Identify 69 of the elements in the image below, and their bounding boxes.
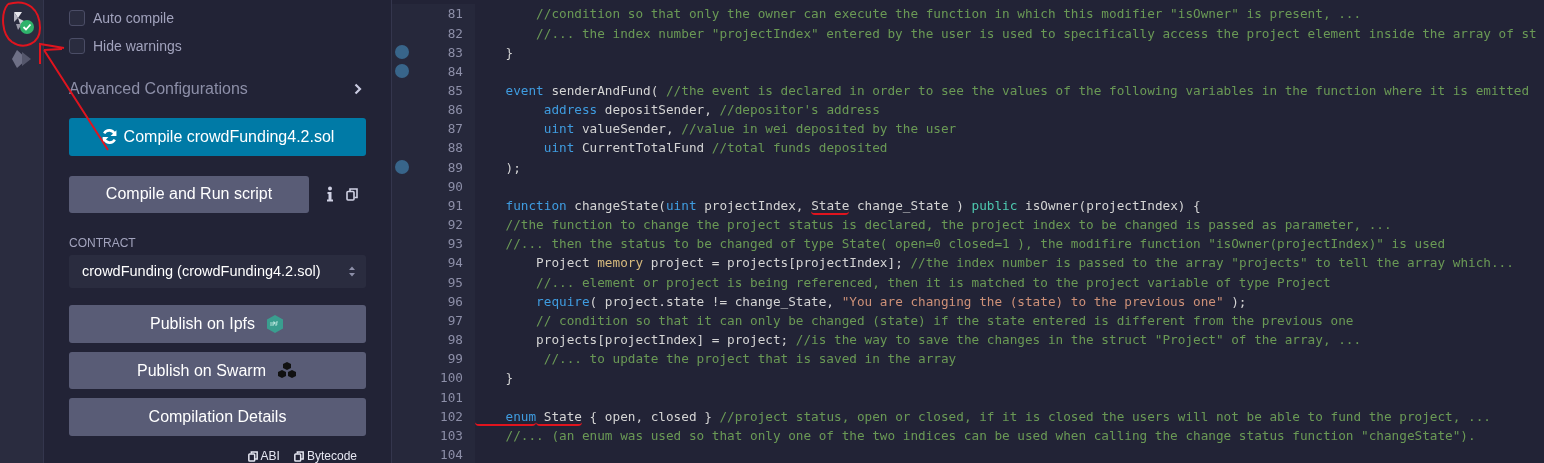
line-number: 97 bbox=[446, 311, 463, 330]
chevron-icon[interactable] bbox=[354, 83, 362, 96]
line-number: 94 bbox=[446, 254, 463, 273]
line-number: 90 bbox=[446, 177, 463, 196]
run-script-button[interactable]: Compile and Run script bbox=[69, 175, 309, 213]
contract-label: CONTRACT bbox=[69, 235, 137, 250]
contract-select[interactable]: crowdFunding (crowdFunding4.2.sol) bbox=[69, 254, 366, 289]
line-number: 88 bbox=[446, 139, 463, 158]
code-line: uint valueSender, //value in wei deposited by the user bbox=[542, 120, 957, 139]
line-number: 84 bbox=[446, 62, 463, 81]
line-number: 81 bbox=[446, 5, 463, 24]
code-line: //condition so that only the owner can execute the function in which this modifier "isOwner" is present, ... bbox=[535, 5, 1362, 24]
line-number: 93 bbox=[446, 235, 463, 254]
code-line: // condition so that it can only be changed (state) if the state entered is different from the previous one bbox=[535, 311, 1354, 330]
code-line: //the function to change the project status is declared, the project index to be changed is passed as parameter, ... bbox=[504, 216, 1392, 235]
line-number: 95 bbox=[446, 273, 463, 292]
line-number: 104 bbox=[439, 446, 463, 463]
code-line: Project memory project = projects[projectIndex]; //the index number is passed to the array "projects" to tell the array which... bbox=[535, 254, 1514, 273]
code-line: enum State { open, closed } //project status, open or closed, if it is closed the users will not be able to fund the project, ... bbox=[475, 406, 1491, 426]
code-line: } bbox=[504, 43, 514, 62]
code-line: event senderAndFund( //the event is declared in order to see the values of the following variables in the function where it is emitted bbox=[504, 82, 1530, 100]
compile-button[interactable]: Compile crowdFunding4.2.sol bbox=[69, 118, 366, 156]
publish-button[interactable]: Publish on Swarm bbox=[69, 351, 366, 390]
publish-button[interactable]: Publish on Ipfs bbox=[69, 305, 366, 343]
line-number: 99 bbox=[446, 350, 463, 369]
code-line: uint CurrentTotalFund //total funds deposited bbox=[542, 139, 888, 158]
line-number: 96 bbox=[446, 292, 463, 311]
copy-link[interactable]: ABI bbox=[247, 449, 280, 463]
code-line: function changeState(uint projectIndex, State change_State ) public isOwner(projectIndex) { bbox=[504, 196, 1201, 216]
code-line: //... (an enum was used so that only one of the two indices can be used when calling the change status function "changeState"). bbox=[504, 426, 1476, 445]
line-number: 100 bbox=[439, 369, 463, 388]
code-line: ); bbox=[504, 158, 521, 177]
line-number: 82 bbox=[446, 24, 463, 43]
line-number: 83 bbox=[446, 43, 463, 62]
line-number: 101 bbox=[439, 388, 463, 407]
breakpoint-marker[interactable] bbox=[395, 45, 409, 60]
code-line: //... to update the project that is saved in the array bbox=[542, 350, 957, 369]
breakpoint-marker[interactable] bbox=[395, 160, 409, 175]
checkbox-label: Auto compile bbox=[93, 9, 174, 26]
copy-icon bbox=[247, 450, 258, 462]
code-line: //... the index number "projectIndex" entered by the user is used to specifically access the project element inside the array of st bbox=[535, 24, 1537, 43]
code-line: //... element or project is being referenced, then it is matched to the project variable of type Project bbox=[535, 273, 1331, 292]
details-button[interactable]: Compilation Details bbox=[69, 398, 366, 437]
section-title[interactable]: Advanced Configurations bbox=[69, 80, 248, 99]
line-number: 86 bbox=[446, 101, 463, 120]
code-line: projects[projectIndex] = project; //is the way to save the changes in the struct "Project" of the array, ... bbox=[535, 331, 1362, 350]
checkbox[interactable] bbox=[69, 37, 85, 54]
copy-icon bbox=[293, 450, 304, 462]
checkbox[interactable] bbox=[69, 9, 85, 26]
copy-link[interactable]: Bytecode bbox=[293, 449, 357, 463]
info-icon[interactable] bbox=[326, 186, 334, 203]
breakpoint-marker[interactable] bbox=[395, 64, 409, 79]
sort-icon bbox=[348, 265, 356, 278]
code-line: //... then the status to be changed of type State( open=0 closed=1 ), the modifire function "isOwner(projectIndex)" is used bbox=[504, 235, 1446, 254]
line-number: 91 bbox=[446, 196, 463, 215]
line-number: 102 bbox=[439, 407, 463, 426]
line-number: 85 bbox=[446, 82, 463, 100]
line-number: 98 bbox=[446, 331, 463, 350]
copy-icon[interactable] bbox=[346, 187, 358, 201]
code-line: address depositSender, //depositor's address bbox=[542, 101, 880, 120]
line-number: 92 bbox=[446, 216, 463, 235]
line-number: 87 bbox=[446, 120, 463, 139]
ipfs-icon bbox=[264, 314, 285, 335]
line-number: 103 bbox=[439, 426, 463, 445]
code-line: } bbox=[504, 369, 514, 388]
code-line: require( project.state != change_State, "You are changing the (state) to the previous one" ); bbox=[535, 292, 1247, 311]
checkbox-label: Hide warnings bbox=[93, 37, 182, 54]
line-number: 89 bbox=[446, 158, 463, 177]
refresh-icon bbox=[100, 128, 118, 146]
